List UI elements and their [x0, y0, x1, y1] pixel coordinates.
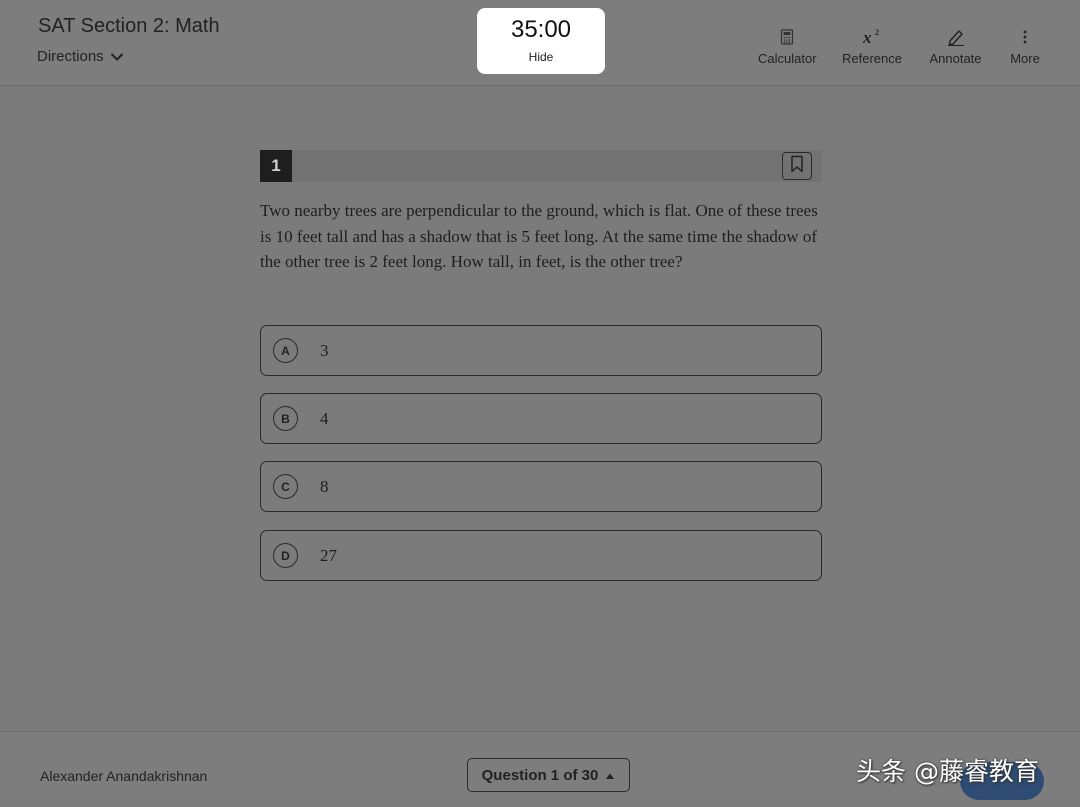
timer-panel: 35:00 Hide [477, 8, 605, 74]
reference-button[interactable]: x 2 Reference [842, 26, 902, 66]
mark-for-review-button[interactable] [782, 152, 812, 180]
answer-choice-c[interactable]: C 8 [260, 461, 822, 512]
svg-text:x: x [862, 28, 872, 46]
calculator-button[interactable]: Calculator [758, 26, 817, 66]
bottom-bar: Alexander Anandakrishnan Question 1 of 3… [0, 731, 1080, 807]
question-text: Two nearby trees are perpendicular to th… [260, 201, 818, 272]
answer-choice-d[interactable]: D 27 [260, 530, 822, 581]
bookmark-icon [790, 155, 804, 178]
directions-toggle[interactable]: Directions [37, 48, 124, 65]
choice-letter: D [273, 543, 298, 568]
reference-label: Reference [842, 51, 902, 66]
directions-label: Directions [37, 48, 104, 65]
question-navigator-button[interactable]: Question 1 of 30 [467, 758, 630, 792]
more-button[interactable]: More [1007, 26, 1043, 66]
answer-choice-b[interactable]: B 4 [260, 393, 822, 444]
choice-letter: A [273, 338, 298, 363]
answer-choice-a[interactable]: A 3 [260, 325, 822, 376]
choice-text: 4 [320, 409, 329, 428]
more-label: More [1010, 51, 1040, 66]
annotate-button[interactable]: Annotate [929, 26, 982, 66]
timer-display: 35:00 [510, 16, 572, 43]
more-icon [1007, 26, 1043, 48]
reference-icon: x 2 [842, 26, 901, 48]
annotate-icon [929, 26, 982, 48]
annotate-label: Annotate [929, 51, 982, 66]
question-number: 1 [260, 150, 292, 182]
svg-text:2: 2 [875, 28, 879, 37]
watermark-text: 头条 @藤睿教育 [856, 757, 1039, 786]
student-name: Alexander Anandakrishnan [40, 768, 208, 784]
hide-timer-button[interactable]: Hide [477, 50, 605, 64]
choice-letter: C [273, 474, 298, 499]
choice-text: 27 [320, 546, 337, 565]
question-nav-label: Question 1 of 30 [481, 766, 599, 784]
chevron-down-icon [110, 52, 124, 62]
calculator-label: Calculator [758, 51, 817, 66]
choice-letter: B [273, 406, 298, 431]
calculator-icon [758, 26, 816, 48]
caret-up-icon [605, 767, 615, 784]
question-header: 1 [260, 150, 822, 182]
choice-text: 3 [320, 341, 329, 360]
section-title: SAT Section 2: Math [38, 15, 220, 37]
choice-text: 8 [320, 477, 329, 496]
top-bar: SAT Section 2: Math Directions 35:00 Hid… [0, 0, 1080, 86]
